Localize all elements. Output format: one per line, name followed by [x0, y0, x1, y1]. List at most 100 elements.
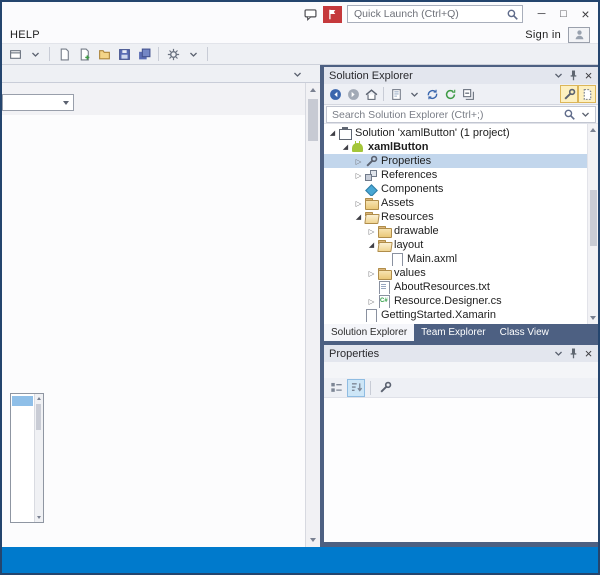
chevron-down-icon[interactable]: [405, 85, 423, 103]
window-menu-chevron-icon[interactable]: [551, 69, 566, 83]
solution-tree: ◢Solution 'xamlButton' (1 project)◢xamlB…: [324, 124, 598, 324]
tree-item[interactable]: Main.axml: [324, 252, 587, 266]
scroll-down-arrow-icon[interactable]: [37, 516, 41, 519]
open-folder-icon[interactable]: [95, 45, 113, 63]
scrollbar-thumb[interactable]: [590, 190, 597, 246]
tree-item[interactable]: ▷ Properties: [324, 154, 587, 168]
main-area: Solution Explorer × Search Solution Expl…: [2, 65, 598, 547]
scroll-up-arrow-icon[interactable]: [306, 83, 320, 97]
home-icon[interactable]: [362, 85, 380, 103]
menu-help[interactable]: HELP: [10, 29, 40, 41]
tab-solution-explorer[interactable]: Solution Explorer: [324, 324, 414, 341]
categorized-icon[interactable]: [327, 379, 345, 397]
minimize-button[interactable]: ─: [532, 5, 551, 24]
maximize-button[interactable]: □: [554, 5, 573, 24]
editor-combobox[interactable]: [2, 94, 74, 111]
save-all-icon[interactable]: [135, 45, 153, 63]
expander-expanded-icon[interactable]: ◢: [366, 241, 377, 249]
expander-expanded-icon[interactable]: ◢: [327, 129, 338, 137]
tree-item[interactable]: ◢xamlButton: [324, 140, 587, 154]
sync-icon[interactable]: [423, 85, 441, 103]
editor-vertical-scrollbar[interactable]: [305, 83, 320, 547]
quick-launch-box[interactable]: Quick Launch (Ctrl+Q): [347, 5, 523, 23]
tree-item[interactable]: ▷Assets: [324, 196, 587, 210]
solution-search-box[interactable]: Search Solution Explorer (Ctrl+;): [326, 106, 596, 123]
file-text-icon: [377, 281, 391, 294]
tree-item[interactable]: ▷drawable: [324, 224, 587, 238]
alphabetical-icon[interactable]: [347, 379, 365, 397]
search-icon[interactable]: [561, 107, 577, 123]
search-options-chevron-icon[interactable]: [577, 107, 593, 123]
tree-item[interactable]: ▷Resource.Designer.cs: [324, 294, 587, 308]
close-icon[interactable]: ×: [581, 347, 596, 361]
tree-item-label: Resources: [381, 211, 434, 223]
new-file-icon[interactable]: [55, 45, 73, 63]
properties-header: Properties ×: [324, 345, 598, 362]
scroll-up-arrow-icon[interactable]: [590, 128, 596, 132]
tree-item[interactable]: ▷References: [324, 168, 587, 182]
tree-item[interactable]: Components: [324, 182, 587, 196]
auto-hide-pin-icon[interactable]: [566, 347, 581, 361]
scroll-down-arrow-icon[interactable]: [590, 316, 596, 320]
properties-wrench-icon[interactable]: [376, 379, 394, 397]
back-icon[interactable]: [326, 85, 344, 103]
notifications-flag-icon[interactable]: [323, 6, 342, 23]
view-selector-icon[interactable]: [387, 85, 405, 103]
tab-team-explorer[interactable]: Team Explorer: [414, 324, 492, 341]
auto-hide-pin-icon[interactable]: [566, 69, 581, 83]
show-all-files-icon[interactable]: [578, 85, 596, 103]
expander-expanded-icon[interactable]: ◢: [353, 213, 364, 221]
scrollbar-thumb[interactable]: [36, 404, 41, 430]
sign-in-link[interactable]: Sign in: [525, 29, 561, 41]
expander-expanded-icon[interactable]: ◢: [340, 143, 351, 151]
properties-wrench-icon[interactable]: [560, 85, 578, 103]
document-list-chevron-icon[interactable]: [290, 67, 304, 81]
mini-list-selected-item[interactable]: [12, 396, 33, 406]
mini-list-scrollbar[interactable]: [34, 394, 43, 522]
close-icon[interactable]: ×: [581, 69, 596, 83]
tree-item[interactable]: AboutResources.txt: [324, 280, 587, 294]
tree-item-label: values: [394, 267, 426, 279]
expander-collapsed-icon[interactable]: ▷: [353, 171, 364, 180]
chevron-down-icon[interactable]: [26, 45, 44, 63]
solution-search-row: Search Solution Explorer (Ctrl+;): [324, 105, 598, 124]
expander-collapsed-icon[interactable]: ▷: [353, 157, 364, 166]
save-icon[interactable]: [115, 45, 133, 63]
design-surface[interactable]: [2, 115, 305, 547]
expander-collapsed-icon[interactable]: ▷: [353, 199, 364, 208]
tree-scrollbar[interactable]: [587, 124, 598, 324]
window-menu-chevron-icon[interactable]: [551, 347, 566, 361]
collapse-all-icon[interactable]: [459, 85, 477, 103]
scroll-down-arrow-icon[interactable]: [306, 533, 320, 547]
refresh-icon[interactable]: [441, 85, 459, 103]
tree-item-label: AboutResources.txt: [394, 281, 490, 293]
tree-item[interactable]: ▷ values: [324, 266, 587, 280]
feedback-icon[interactable]: [300, 5, 320, 23]
expander-collapsed-icon[interactable]: ▷: [366, 297, 377, 306]
chevron-down-icon[interactable]: [184, 45, 202, 63]
solution-search-placeholder: Search Solution Explorer (Ctrl+;): [332, 109, 561, 121]
scrollbar-thumb[interactable]: [308, 99, 318, 141]
expander-collapsed-icon[interactable]: ▷: [366, 227, 377, 236]
tree-item[interactable]: GettingStarted.Xamarin: [324, 308, 587, 322]
mini-listbox[interactable]: [10, 393, 44, 523]
gear-icon[interactable]: [164, 45, 182, 63]
expander-collapsed-icon[interactable]: ▷: [366, 269, 377, 278]
tree-item-label: GettingStarted.Xamarin: [381, 309, 496, 321]
window-icon[interactable]: [6, 45, 24, 63]
close-button[interactable]: ×: [576, 5, 595, 24]
forward-icon[interactable]: [344, 85, 362, 103]
tree-item[interactable]: ◢layout: [324, 238, 587, 252]
tree-item-label: Properties: [381, 155, 431, 167]
tree-item[interactable]: ◢Solution 'xamlButton' (1 project): [324, 126, 587, 140]
tree-item[interactable]: ◢ Resources: [324, 210, 587, 224]
user-avatar-icon[interactable]: [568, 27, 590, 43]
tab-class-view[interactable]: Class View: [493, 324, 556, 341]
folder-icon: [377, 225, 391, 238]
search-icon[interactable]: [504, 6, 520, 22]
toolbar-separator: [207, 47, 208, 61]
folder-icon: [377, 267, 391, 280]
add-file-icon[interactable]: [75, 45, 93, 63]
scroll-up-arrow-icon[interactable]: [37, 397, 41, 400]
tree-item-label: Main.axml: [407, 253, 457, 265]
